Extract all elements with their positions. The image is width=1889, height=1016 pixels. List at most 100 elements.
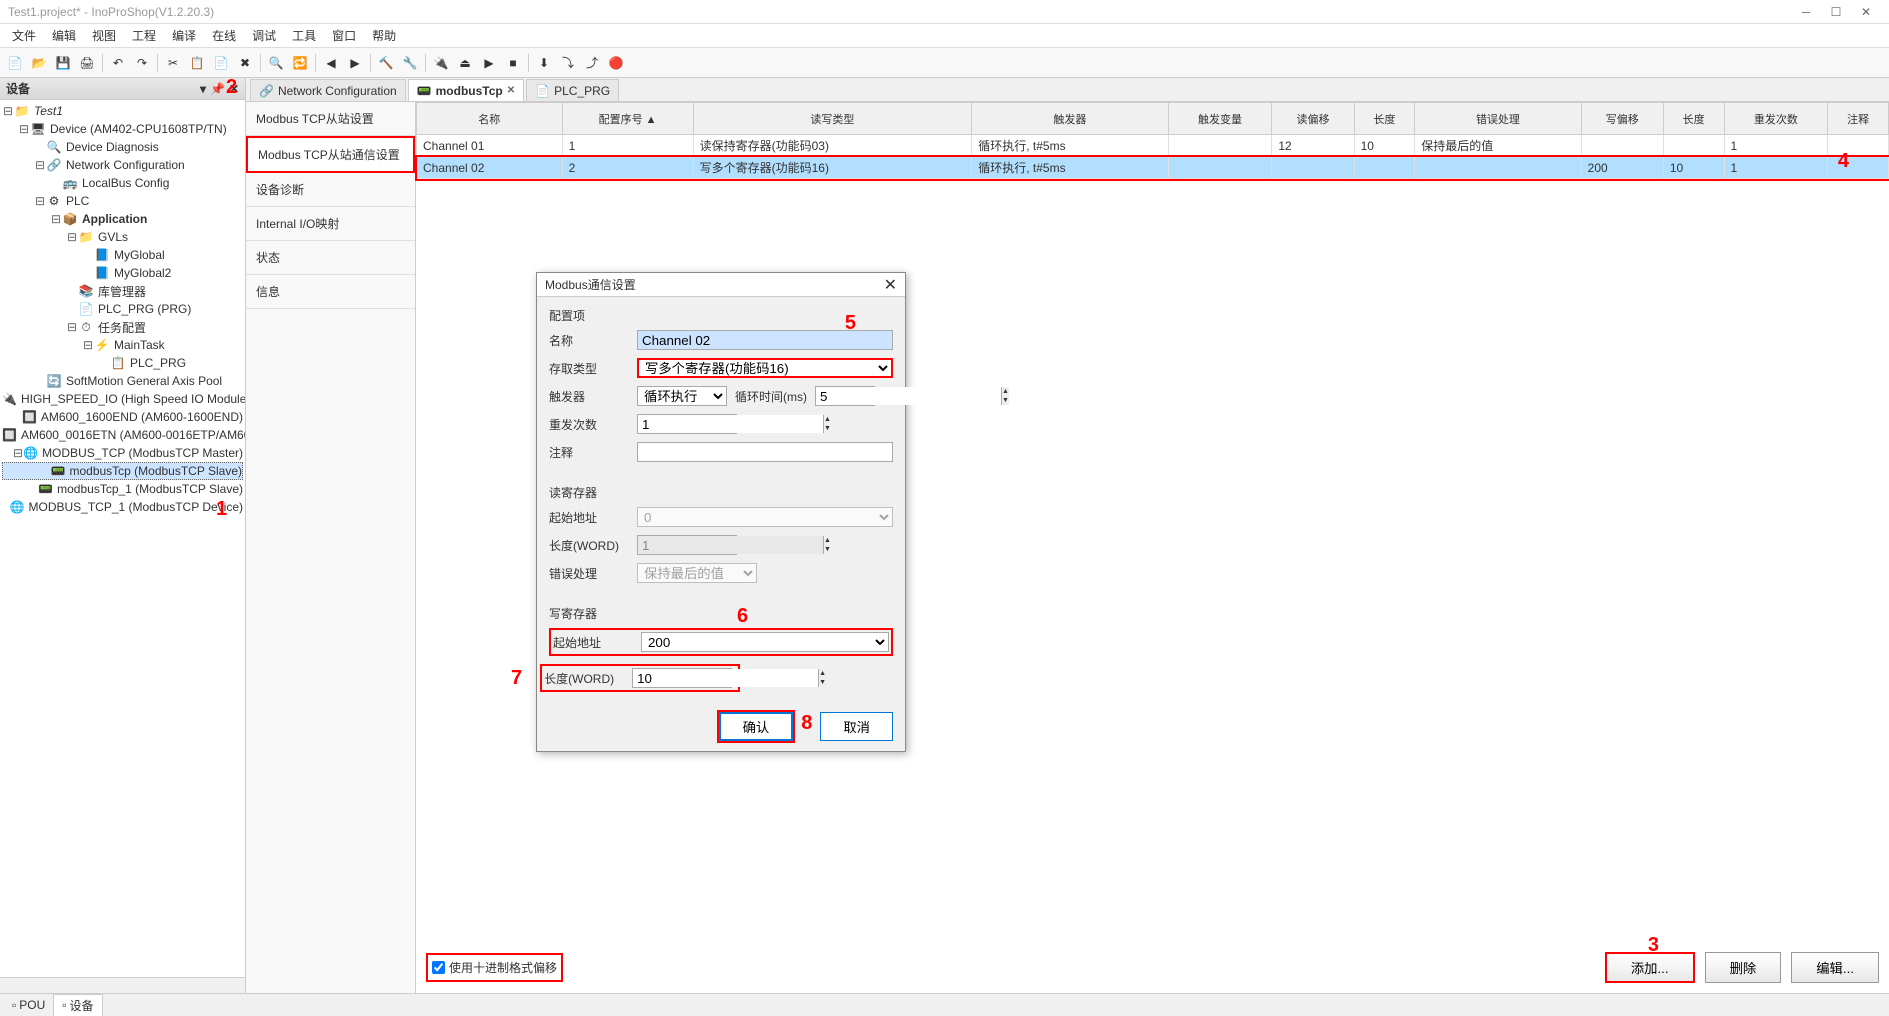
side-tab-设备诊断[interactable]: 设备诊断 (246, 173, 415, 207)
delete-icon[interactable]: ✖ (234, 52, 256, 74)
horizontal-scrollbar[interactable] (0, 977, 245, 993)
write-addr-select[interactable]: 200 (641, 632, 889, 652)
col-header[interactable]: 读写类型 (693, 103, 972, 135)
cancel-button[interactable]: 取消 (820, 712, 893, 741)
tree-node-MyGlobal[interactable]: 📘MyGlobal (2, 246, 243, 264)
step-out-icon[interactable]: ⤴ (581, 52, 603, 74)
tree-node-MainTask[interactable]: ⊟⚡MainTask (2, 336, 243, 354)
step-icon[interactable]: ⬇ (533, 52, 555, 74)
bottom-tab-设备[interactable]: ▫设备 (53, 994, 102, 1016)
panel-dropdown-icon[interactable]: ▾ (200, 82, 206, 96)
menu-调试[interactable]: 调试 (244, 27, 284, 44)
tree-toggle-icon[interactable]: ⊟ (34, 158, 46, 172)
tree-node-Device[interactable]: ⊟🖥Device (AM402-CPU1608TP/TN) (2, 120, 243, 138)
comment-input[interactable] (637, 442, 893, 462)
side-tab-Modbus TCP从站通信设置[interactable]: Modbus TCP从站通信设置 (246, 136, 415, 173)
save-icon[interactable]: 💾 (52, 52, 74, 74)
tree-node-GVLs[interactable]: ⊟📁GVLs (2, 228, 243, 246)
logout-icon[interactable]: ⏏ (454, 52, 476, 74)
tree-node-Device[interactable]: 🔍Device Diagnosis (2, 138, 243, 156)
menu-编辑[interactable]: 编辑 (44, 27, 84, 44)
side-tab-Internal I/O映射[interactable]: Internal I/O映射 (246, 207, 415, 241)
replace-icon[interactable]: 🔁 (289, 52, 311, 74)
paste-icon[interactable]: 📄 (210, 52, 232, 74)
open-icon[interactable]: 📂 (28, 52, 50, 74)
decimal-checkbox-input[interactable] (432, 961, 445, 974)
tree-toggle-icon[interactable]: ⊟ (13, 446, 23, 460)
nav-fwd-icon[interactable]: ▶ (344, 52, 366, 74)
col-header[interactable]: 注释 (1828, 103, 1889, 135)
tree-node-PLC[interactable]: ⊟⚙PLC (2, 192, 243, 210)
table-row[interactable]: Channel 011读保持寄存器(功能码03)循环执行, t#5ms1210保… (417, 135, 1889, 157)
write-len-input[interactable]: ▲▼ (632, 668, 732, 688)
col-header[interactable]: 长度 (1354, 103, 1415, 135)
breakpoint-icon[interactable]: 🔴 (605, 52, 627, 74)
col-header[interactable]: 名称 (417, 103, 563, 135)
menu-工具[interactable]: 工具 (284, 27, 324, 44)
start-icon[interactable]: ▶ (478, 52, 500, 74)
tree-node-任务配置[interactable]: ⊟⏱任务配置 (2, 318, 243, 336)
col-header[interactable]: 触发变量 (1168, 103, 1272, 135)
undo-icon[interactable]: ↶ (107, 52, 129, 74)
find-icon[interactable]: 🔍 (265, 52, 287, 74)
tree-toggle-icon[interactable]: ⊟ (34, 194, 46, 208)
tree-node-AM600_1600END[interactable]: 🔲AM600_1600END (AM600-1600END) (2, 408, 243, 426)
menu-帮助[interactable]: 帮助 (364, 27, 404, 44)
cycle-time-input[interactable]: ▲▼ (815, 386, 875, 406)
tree-toggle-icon[interactable]: ⊟ (50, 212, 62, 226)
tree-node-MODBUS_TCP_1[interactable]: 🌐MODBUS_TCP_1 (ModbusTCP Device) (2, 498, 243, 516)
dialog-close-icon[interactable]: ✕ (884, 275, 897, 295)
maximize-button[interactable]: ☐ (1821, 2, 1851, 22)
nav-back-icon[interactable]: ◀ (320, 52, 342, 74)
side-tab-信息[interactable]: 信息 (246, 275, 415, 309)
col-header[interactable]: 写偏移 (1581, 103, 1663, 135)
panel-close-icon[interactable]: ✕ (229, 82, 239, 96)
col-header[interactable]: 读偏移 (1272, 103, 1354, 135)
print-icon[interactable]: 🖨 (76, 52, 98, 74)
tree-node-Application[interactable]: ⊟📦Application (2, 210, 243, 228)
menu-编译[interactable]: 编译 (164, 27, 204, 44)
tab-PLC_PRG[interactable]: 📄PLC_PRG (526, 79, 619, 101)
tree-toggle-icon[interactable]: ⊟ (66, 230, 78, 244)
tree-toggle-icon[interactable]: ⊟ (66, 320, 78, 334)
build-icon[interactable]: 🔨 (375, 52, 397, 74)
tab-close-icon[interactable]: ✕ (507, 85, 515, 96)
panel-pin-icon[interactable]: 📌 (210, 82, 225, 96)
tree-node-PLC_PRG[interactable]: 📋PLC_PRG (2, 354, 243, 372)
menu-窗口[interactable]: 窗口 (324, 27, 364, 44)
name-input[interactable] (637, 330, 893, 350)
tree-node-modbusTcp[interactable]: 📟modbusTcp (ModbusTCP Slave) (2, 462, 243, 480)
tree-node-HIGH_SPEED_IO[interactable]: 🔌HIGH_SPEED_IO (High Speed IO Module) (2, 390, 243, 408)
table-row[interactable]: Channel 022写多个寄存器(功能码16)循环执行, t#5ms20010… (417, 157, 1889, 179)
menu-工程[interactable]: 工程 (124, 27, 164, 44)
close-button[interactable]: ✕ (1851, 2, 1881, 22)
tree-node-MyGlobal2[interactable]: 📘MyGlobal2 (2, 264, 243, 282)
tree-node-LocalBus[interactable]: 🚌LocalBus Config (2, 174, 243, 192)
stop-icon[interactable]: ■ (502, 52, 524, 74)
cut-icon[interactable]: ✂ (162, 52, 184, 74)
menu-文件[interactable]: 文件 (4, 27, 44, 44)
tab-modbusTcp[interactable]: 📟modbusTcp✕ (408, 79, 524, 101)
tab-Network Configuration[interactable]: 🔗Network Configuration (250, 79, 406, 101)
col-header[interactable]: 长度 (1663, 103, 1724, 135)
tree-toggle-icon[interactable]: ⊟ (18, 122, 30, 136)
edit-button[interactable]: 编辑... (1791, 952, 1879, 983)
col-header[interactable]: 重发次数 (1724, 103, 1828, 135)
add-button[interactable]: 添加... (1605, 952, 1695, 983)
col-header[interactable]: 错误处理 (1415, 103, 1581, 135)
tree-node-MODBUS_TCP[interactable]: ⊟🌐MODBUS_TCP (ModbusTCP Master) (2, 444, 243, 462)
redo-icon[interactable]: ↷ (131, 52, 153, 74)
access-type-select[interactable]: 写多个寄存器(功能码16) (637, 358, 893, 378)
tree-node-modbusTcp_1[interactable]: 📟modbusTcp_1 (ModbusTCP Slave) (2, 480, 243, 498)
minimize-button[interactable]: ─ (1791, 2, 1821, 22)
bottom-tab-POU[interactable]: ▫POU (4, 996, 53, 1014)
tree-node-库管理器[interactable]: 📚库管理器 (2, 282, 243, 300)
col-header[interactable]: 配置序号 ▲ (562, 103, 693, 135)
tree-node-AM600_0016ETN[interactable]: 🔲AM600_0016ETN (AM600-0016ETP/AM600-0016… (2, 426, 243, 444)
tree-node-SoftMotion[interactable]: 🔄SoftMotion General Axis Pool (2, 372, 243, 390)
tree-node-PLC_PRG[interactable]: 📄PLC_PRG (PRG) (2, 300, 243, 318)
new-file-icon[interactable]: 📄 (4, 52, 26, 74)
copy-icon[interactable]: 📋 (186, 52, 208, 74)
decimal-offset-checkbox[interactable]: 使用十进制格式偏移 (426, 953, 563, 982)
ok-button[interactable]: 确认 (719, 712, 794, 741)
